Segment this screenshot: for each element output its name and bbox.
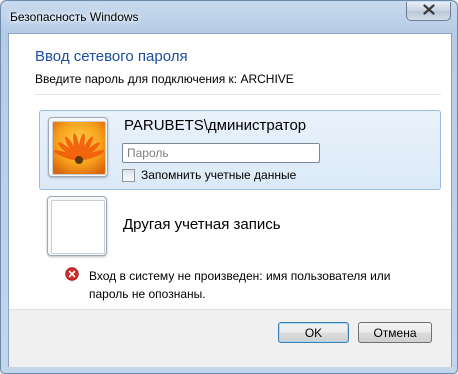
close-button[interactable] bbox=[406, 2, 451, 21]
other-account-tile[interactable]: Другая учетная запись bbox=[39, 196, 439, 258]
dialog-content: Ввод сетевого пароля Введите пароль для … bbox=[8, 33, 452, 367]
user-name: PARUBETS\дминистратор bbox=[124, 117, 307, 134]
title-bar[interactable]: Безопасность Windows bbox=[1, 1, 457, 33]
dialog-heading: Ввод сетевого пароля bbox=[35, 48, 188, 65]
flower-avatar-icon bbox=[52, 121, 106, 175]
remember-label: Запомнить учетные данные bbox=[141, 168, 297, 182]
button-bar: OK Отмена bbox=[9, 309, 451, 367]
blank-user-icon bbox=[51, 200, 105, 254]
avatar bbox=[48, 117, 108, 177]
security-dialog-window: Безопасность Windows Ввод сетевого парол… bbox=[0, 0, 458, 374]
ok-button[interactable]: OK bbox=[278, 322, 349, 343]
remember-credentials-row[interactable]: Запомнить учетные данные bbox=[122, 168, 296, 182]
cancel-button[interactable]: Отмена bbox=[358, 322, 432, 343]
error-message: Вход в систему не произведен: имя пользо… bbox=[89, 269, 391, 301]
password-field[interactable] bbox=[122, 143, 320, 163]
close-icon bbox=[422, 4, 435, 18]
blank-avatar bbox=[47, 196, 107, 256]
remember-checkbox[interactable] bbox=[122, 168, 135, 182]
dialog-subheading: Введите пароль для подключения к: ARCHIV… bbox=[35, 72, 294, 86]
error-icon bbox=[65, 267, 79, 281]
credential-tile-selected[interactable]: PARUBETS\дминистратор Запомнить учетные … bbox=[39, 110, 441, 190]
window-title: Безопасность Windows bbox=[10, 10, 139, 24]
other-account-label: Другая учетная запись bbox=[123, 216, 281, 233]
divider bbox=[35, 94, 441, 95]
